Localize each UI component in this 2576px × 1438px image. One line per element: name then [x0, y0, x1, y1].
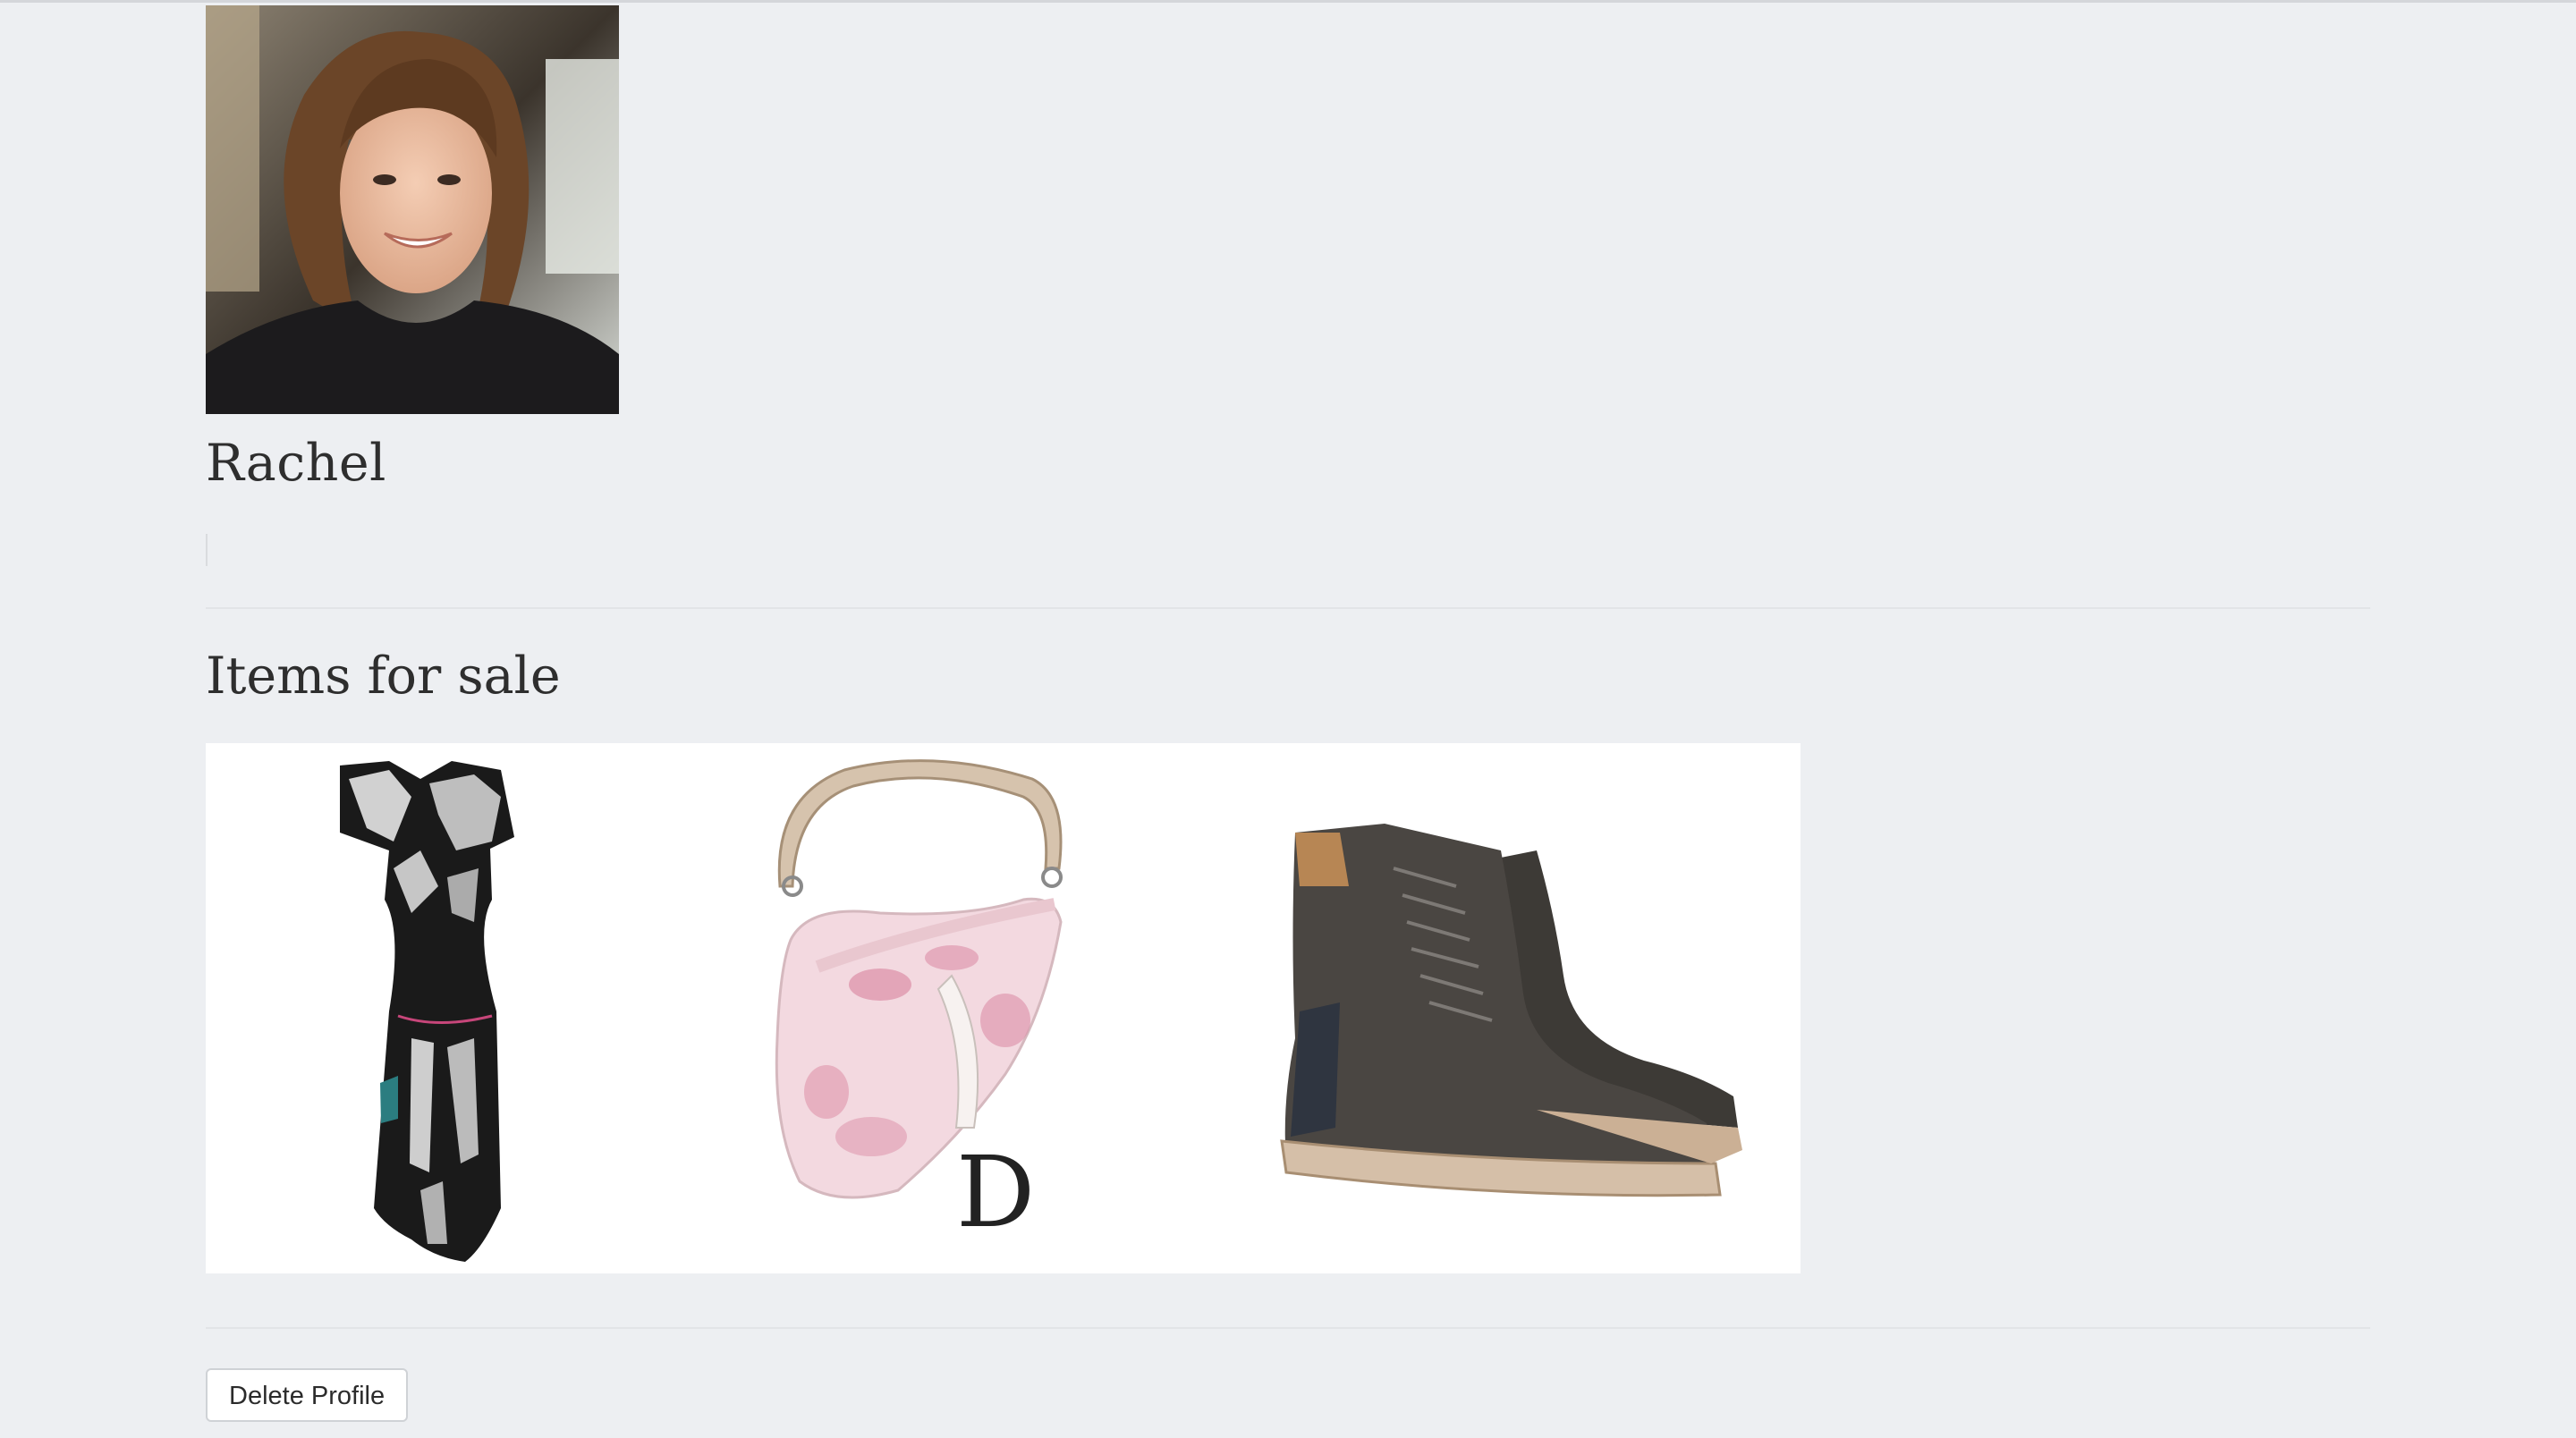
items-for-sale-list: D [206, 743, 1801, 1273]
profile-bio [206, 534, 2370, 566]
saddle-bag-image: D [775, 759, 1063, 1249]
item-card-dress[interactable] [206, 743, 737, 1273]
items-section-title: Items for sale [206, 647, 561, 706]
item-card-boots[interactable] [1268, 743, 1801, 1273]
profile-page: Rachel Items for sale D Delete Profile [206, 5, 2370, 1422]
section-divider-bottom [206, 1327, 2370, 1329]
delete-profile-button[interactable]: Delete Profile [206, 1368, 409, 1422]
top-border [0, 0, 2576, 3]
section-divider [206, 607, 2370, 609]
suede-boots-image [1280, 824, 1742, 1197]
brand-letter-d: D [956, 1135, 1035, 1249]
printed-dress-image [340, 761, 514, 1262]
avatar [206, 5, 619, 414]
profile-name: Rachel [206, 434, 386, 493]
profile-photo [206, 5, 619, 414]
item-card-bag[interactable]: D [737, 743, 1268, 1273]
